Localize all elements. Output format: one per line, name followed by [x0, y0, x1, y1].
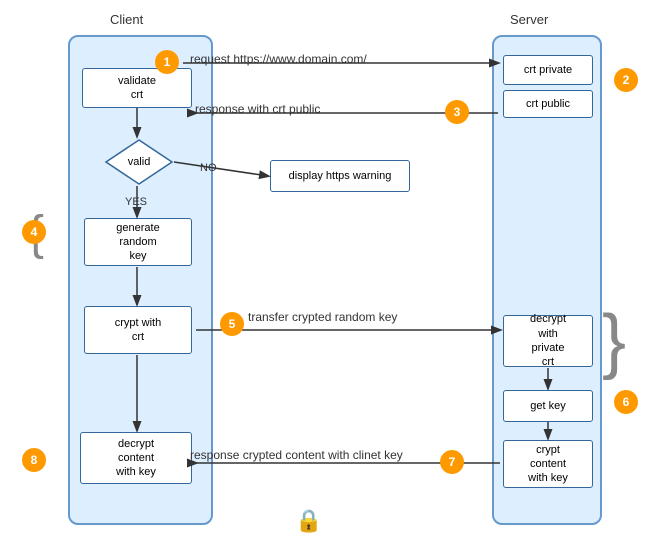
transfer-label: transfer crypted random key [248, 310, 397, 324]
diagram: Client Server validate crt valid generat… [0, 0, 648, 560]
badge-2: 2 [614, 68, 638, 92]
badge-4: 4 [22, 220, 46, 244]
yes-label: YES [125, 196, 147, 208]
badge-5: 5 [220, 312, 244, 336]
badge-6: 6 [614, 390, 638, 414]
get-key-box: get key [503, 390, 593, 422]
crypt-crt-box: crypt with crt [84, 306, 192, 354]
crt-public-box: crt public [503, 90, 593, 118]
badge-7: 7 [440, 450, 464, 474]
server-label: Server [510, 12, 548, 27]
decrypt-content-box: decrypt content with key [80, 432, 192, 484]
crypt-content-key-box: crypt content with key [503, 440, 593, 488]
generate-key-box: generate random key [84, 218, 192, 266]
badge-3: 3 [445, 100, 469, 124]
response-content-label: response crypted content with clinet key [190, 448, 403, 462]
crt-private-box: crt private [503, 55, 593, 85]
valid-diamond-wrap: valid [104, 138, 174, 186]
decrypt-private-box: decrypt with private crt [503, 315, 593, 367]
warning-box: display https warning [270, 160, 410, 192]
response-pub-label: response with crt public [195, 102, 320, 116]
validate-crt-box: validate crt [82, 68, 192, 108]
client-label: Client [110, 12, 143, 27]
no-label: NO [200, 162, 217, 174]
request-label: request https://www.domain.com/ [190, 52, 367, 66]
right-brace: } [602, 305, 626, 377]
badge-8: 8 [22, 448, 46, 472]
valid-label: valid [104, 138, 174, 186]
lock-bottom-icon: 🔒 [295, 508, 322, 534]
badge-1: 1 [155, 50, 179, 74]
